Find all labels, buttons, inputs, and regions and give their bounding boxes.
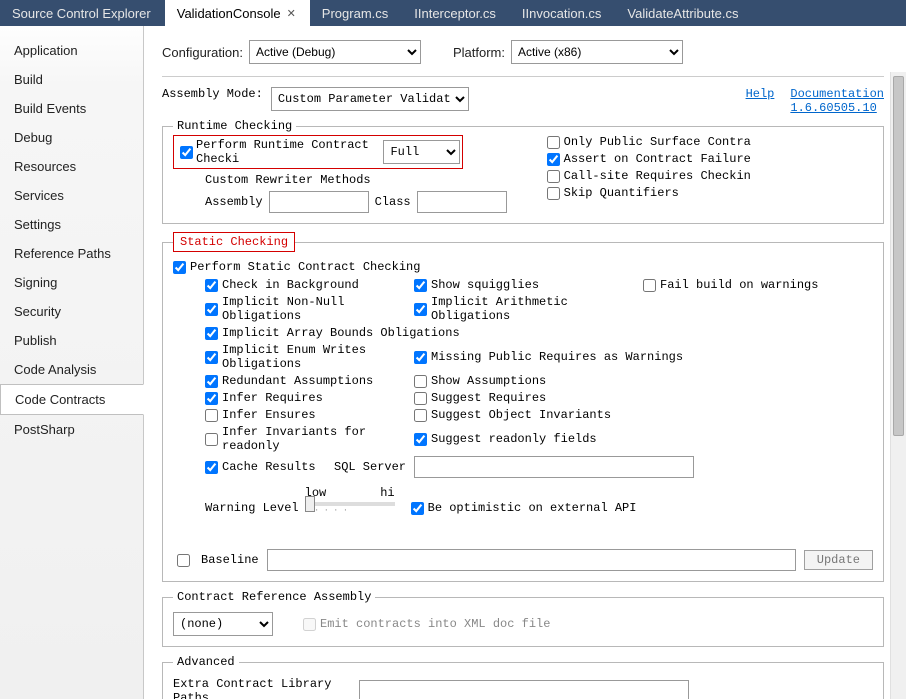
sidebar-item-application[interactable]: Application bbox=[0, 36, 143, 65]
baseline-checkbox[interactable] bbox=[177, 554, 190, 567]
check-bg-checkbox[interactable] bbox=[205, 279, 218, 292]
static-checking-group: Static Checking Perform Static Contract … bbox=[162, 232, 884, 582]
extra-lib-input[interactable] bbox=[359, 680, 689, 699]
contract-ref-select[interactable]: (none) bbox=[173, 612, 273, 636]
platform-select[interactable]: Active (x86) bbox=[511, 40, 683, 64]
sidebar-item-build-events[interactable]: Build Events bbox=[0, 94, 143, 123]
emit-xml-label: Emit contracts into XML doc file bbox=[320, 617, 550, 631]
version-link[interactable]: 1.6.60505.10 bbox=[790, 101, 884, 115]
vertical-scrollbar[interactable] bbox=[890, 72, 906, 699]
suggestreadonly-checkbox[interactable] bbox=[414, 433, 427, 446]
arith-checkbox[interactable] bbox=[414, 303, 427, 316]
sidebar-item-debug[interactable]: Debug bbox=[0, 123, 143, 152]
sidebar-item-code-analysis[interactable]: Code Analysis bbox=[0, 355, 143, 384]
suggestinv-checkbox[interactable] bbox=[414, 409, 427, 422]
advanced-legend: Advanced bbox=[173, 655, 239, 669]
tab-validationconsole[interactable]: ValidationConsole✕ bbox=[165, 0, 310, 26]
static-legend: Static Checking bbox=[173, 232, 295, 252]
tab-validateattribute[interactable]: ValidateAttribute.cs bbox=[615, 0, 752, 26]
custom-rewriter-label: Custom Rewriter Methods bbox=[173, 173, 507, 187]
class-label: Class bbox=[375, 195, 411, 209]
platform-label: Platform: bbox=[453, 45, 505, 60]
contract-ref-group: Contract Reference Assembly (none) Emit … bbox=[162, 590, 884, 647]
runtime-level-select[interactable]: Full bbox=[383, 140, 460, 164]
baseline-input[interactable] bbox=[267, 549, 796, 571]
sidebar-item-settings[interactable]: Settings bbox=[0, 210, 143, 239]
cache-checkbox[interactable] bbox=[205, 461, 218, 474]
update-button[interactable]: Update bbox=[804, 550, 873, 570]
inferensures-checkbox[interactable] bbox=[205, 409, 218, 422]
runtime-checking-group: Runtime Checking Perform Runtime Contrac… bbox=[162, 119, 884, 224]
content-pane: Configuration: Active (Debug) Platform: … bbox=[144, 26, 906, 699]
advanced-group: Advanced Extra Contract Library Paths Ex… bbox=[162, 655, 884, 699]
help-link[interactable]: Help bbox=[746, 87, 775, 115]
sidebar-item-reference-paths[interactable]: Reference Paths bbox=[0, 239, 143, 268]
assert-checkbox[interactable] bbox=[547, 153, 560, 166]
tab-source-control[interactable]: Source Control Explorer bbox=[0, 0, 165, 26]
assembly-mode-label: Assembly Mode: bbox=[162, 87, 263, 101]
emit-xml-checkbox bbox=[303, 618, 316, 631]
close-icon[interactable]: ✕ bbox=[287, 7, 296, 20]
assembly-mode-select[interactable]: Custom Parameter Validation bbox=[271, 87, 469, 111]
callsite-checkbox[interactable] bbox=[547, 170, 560, 183]
warning-level-label: Warning Level bbox=[205, 501, 299, 515]
extra-lib-label: Extra Contract Library Paths bbox=[173, 677, 353, 699]
documentation-link[interactable]: Documentation bbox=[790, 87, 884, 101]
sql-label: SQL Server bbox=[334, 460, 406, 474]
sidebar-item-services[interactable]: Services bbox=[0, 181, 143, 210]
sidebar-item-postsharp[interactable]: PostSharp bbox=[0, 415, 143, 444]
optimistic-checkbox[interactable] bbox=[411, 502, 424, 515]
sidebar-item-publish[interactable]: Publish bbox=[0, 326, 143, 355]
tab-program[interactable]: Program.cs bbox=[310, 0, 402, 26]
skipq-checkbox[interactable] bbox=[547, 187, 560, 200]
showassump-checkbox[interactable] bbox=[414, 375, 427, 388]
configuration-select[interactable]: Active (Debug) bbox=[249, 40, 421, 64]
suggestreq-checkbox[interactable] bbox=[414, 392, 427, 405]
scrollbar-thumb[interactable] bbox=[893, 76, 904, 436]
baseline-label: Baseline bbox=[201, 553, 259, 567]
perform-runtime-checkbox[interactable] bbox=[180, 146, 193, 159]
document-tab-bar: Source Control Explorer ValidationConsol… bbox=[0, 0, 906, 26]
inferreq-checkbox[interactable] bbox=[205, 392, 218, 405]
contract-ref-legend: Contract Reference Assembly bbox=[173, 590, 375, 604]
sidebar-item-resources[interactable]: Resources bbox=[0, 152, 143, 181]
enumwrites-checkbox[interactable] bbox=[205, 351, 218, 364]
nonnull-checkbox[interactable] bbox=[205, 303, 218, 316]
arraybounds-checkbox[interactable] bbox=[205, 327, 218, 340]
assembly-input[interactable] bbox=[269, 191, 369, 213]
redundant-checkbox[interactable] bbox=[205, 375, 218, 388]
class-input[interactable] bbox=[417, 191, 507, 213]
missingreq-checkbox[interactable] bbox=[414, 351, 427, 364]
squigglies-checkbox[interactable] bbox=[414, 279, 427, 292]
perform-static-checkbox[interactable] bbox=[173, 261, 186, 274]
project-properties-sidebar: Application Build Build Events Debug Res… bbox=[0, 26, 144, 699]
sidebar-item-signing[interactable]: Signing bbox=[0, 268, 143, 297]
sidebar-item-security[interactable]: Security bbox=[0, 297, 143, 326]
assembly-label: Assembly bbox=[205, 195, 263, 209]
tab-iinvocation[interactable]: IInvocation.cs bbox=[510, 0, 616, 26]
perform-runtime-label: Perform Runtime Contract Checki bbox=[196, 138, 383, 166]
fail-build-checkbox[interactable] bbox=[643, 279, 656, 292]
tab-iinterceptor[interactable]: IInterceptor.cs bbox=[402, 0, 510, 26]
inferinv-checkbox[interactable] bbox=[205, 433, 218, 446]
configuration-label: Configuration: bbox=[162, 45, 243, 60]
sidebar-item-code-contracts[interactable]: Code Contracts bbox=[0, 384, 144, 415]
sql-input[interactable] bbox=[414, 456, 694, 478]
only-public-checkbox[interactable] bbox=[547, 136, 560, 149]
warning-level-slider[interactable]: lowhi · · · · · bbox=[305, 486, 395, 515]
sidebar-item-build[interactable]: Build bbox=[0, 65, 143, 94]
runtime-legend: Runtime Checking bbox=[173, 119, 296, 133]
